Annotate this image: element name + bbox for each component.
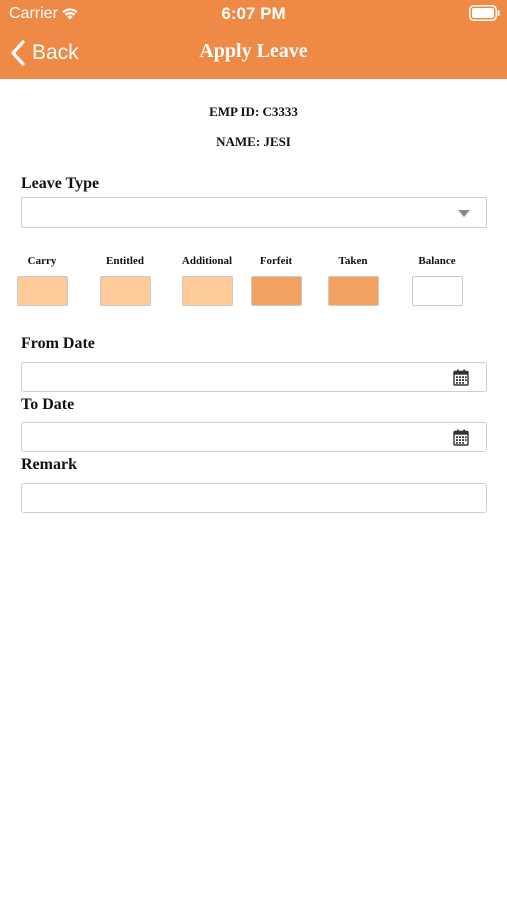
balance-label: Forfeit [259,255,293,267]
balance-value-box [17,276,68,306]
balance-label: Additional [181,255,233,267]
leave-type-label: Leave Type [21,175,100,192]
to-date-field[interactable] [21,422,487,452]
balance-value-box [412,276,463,306]
battery-icon [469,5,500,21]
app-header: Carrier 6:07 PM Back Apply Leave [0,0,507,79]
calendar-icon[interactable] [453,369,469,386]
navigation-bar: Back Apply Leave [0,28,507,79]
employee-id: EMP ID: C3333 [209,104,298,119]
status-bar: Carrier 6:07 PM [0,0,507,28]
balance-value-box [328,276,379,306]
balance-carry: Carry [7,254,77,306]
balance-value-box [100,276,151,306]
remark-field[interactable] [21,483,487,513]
remark-label: Remark [21,456,77,473]
balance-label: Carry [27,255,57,267]
balance-forfeit: Forfeit [241,254,311,306]
chevron-down-icon [458,210,470,217]
balance-label: Balance [418,255,456,267]
to-date-label: To Date [21,396,75,413]
balance-value-box [182,276,233,306]
balance-label: Taken [338,255,368,267]
page-title: Apply Leave [199,40,308,62]
balance-value-box [251,276,302,306]
balance-additional: Additional [172,254,242,306]
balance-entitled: Entitled [90,254,160,306]
balance-label: Entitled [106,255,144,267]
calendar-icon[interactable] [453,429,469,446]
employee-name: NAME: JESI [216,134,291,149]
balance-balance: Balance [402,254,472,306]
from-date-label: From Date [21,335,95,352]
status-time: 6:07 PM [221,4,286,23]
leave-balance-grid: Carry Entitled Additional Forfeit Taken … [0,254,507,314]
from-date-field[interactable] [21,362,487,392]
leave-type-select[interactable] [21,197,487,228]
balance-taken: Taken [318,254,388,306]
